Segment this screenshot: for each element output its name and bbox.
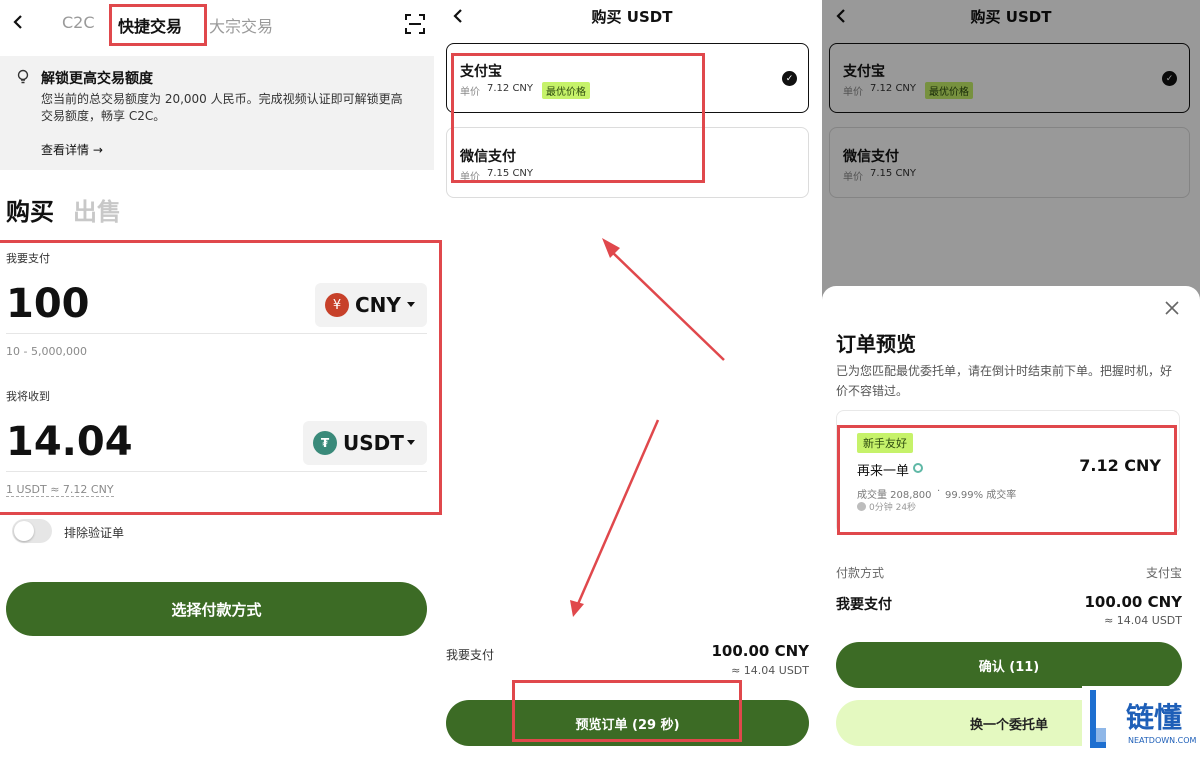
confirm-button[interactable]: 确认 (11) bbox=[836, 642, 1182, 688]
back-icon[interactable] bbox=[10, 14, 26, 30]
receive-divider bbox=[6, 471, 427, 472]
bulb-icon bbox=[16, 69, 30, 89]
exchange-rate: 1 USDT ≈ 7.12 CNY bbox=[6, 483, 114, 497]
receive-amount-input[interactable]: 14.04 bbox=[6, 418, 133, 466]
pay-amount-input[interactable]: 100 bbox=[6, 280, 90, 328]
pay-label: 我要支付 bbox=[836, 597, 892, 613]
receive-currency-label: USDT bbox=[343, 431, 404, 455]
pay-currency-select[interactable]: ¥ CNY bbox=[315, 283, 427, 327]
sheet-title: 订单预览 bbox=[836, 332, 916, 356]
tab-c2c[interactable]: C2C bbox=[62, 13, 95, 32]
pay-amount: 100.00 CNY bbox=[711, 642, 809, 660]
banner-text-line2: 交易额度，畅享 C2C。 bbox=[41, 109, 166, 123]
payment-method-panel: 购买 USDT 支付宝 单价 7.12 CNY 最优价格 ✓ 微信支付 单价 7… bbox=[442, 0, 822, 757]
tab-buy[interactable]: 购买 bbox=[6, 192, 54, 227]
pay-amount: 100.00 CNY bbox=[1084, 593, 1182, 611]
payment-method-label: 付款方式 bbox=[836, 566, 885, 580]
watermark-logo-icon bbox=[1088, 688, 1108, 750]
watermark-brand: 链懂 bbox=[1126, 701, 1183, 734]
receive-label: 我将收到 bbox=[6, 390, 50, 403]
exclude-verified-label: 排除验证单 bbox=[64, 526, 125, 540]
newbie-friendly-badge: 新手友好 bbox=[857, 433, 913, 453]
pay-approx: ≈ 14.04 USDT bbox=[1104, 614, 1182, 627]
select-payment-button[interactable]: 选择付款方式 bbox=[6, 582, 427, 636]
tab-sell[interactable]: 出售 bbox=[73, 192, 121, 227]
sheet-desc-line2: 价不容错过。 bbox=[836, 384, 909, 398]
tab-express-trade[interactable]: 快捷交易 bbox=[118, 13, 182, 37]
close-icon[interactable] bbox=[1165, 300, 1179, 319]
pay-label: 我要支付 bbox=[6, 252, 50, 265]
banner-text-line1: 您当前的总交易额度为 20,000 人民币。完成视频认证即可解锁更高 bbox=[41, 92, 403, 106]
chevron-down-icon bbox=[407, 440, 415, 445]
express-trade-panel: C2C 快捷交易 大宗交易 解锁更高交易额度 您当前的总交易额度为 20,000… bbox=[0, 0, 442, 757]
scan-icon[interactable] bbox=[404, 13, 426, 39]
pay-approx: ≈ 14.04 USDT bbox=[731, 664, 809, 677]
cny-icon: ¥ bbox=[325, 293, 349, 317]
stats-volume: 成交量 208,800 bbox=[857, 490, 932, 501]
pay-divider bbox=[6, 333, 427, 334]
watermark-domain: NEATDOWN.COM bbox=[1128, 736, 1197, 745]
pay-label: 我要支付 bbox=[446, 648, 495, 662]
stats-rate: 99.99% 成交率 bbox=[945, 490, 1017, 501]
exclude-verified-toggle[interactable] bbox=[12, 519, 52, 543]
banner-title: 解锁更高交易额度 bbox=[41, 71, 153, 87]
clock-icon bbox=[857, 502, 866, 511]
verified-icon bbox=[913, 463, 923, 473]
pay-range: 10 - 5,000,000 bbox=[6, 345, 87, 358]
chevron-down-icon bbox=[407, 302, 415, 307]
order-card[interactable]: 新手友好 再来一单 7.12 CNY 成交量 208,800 · 99.99% … bbox=[836, 410, 1180, 534]
watermark: 链懂 NEATDOWN.COM bbox=[1082, 686, 1200, 757]
order-time: 0分钟 24秒 bbox=[869, 503, 917, 513]
merchant-name: 再来一单 bbox=[857, 464, 910, 479]
banner-details-link[interactable]: 查看详情 → bbox=[41, 141, 103, 158]
payment-method-value: 支付宝 bbox=[1145, 566, 1182, 580]
usdt-icon: ₮ bbox=[313, 431, 337, 455]
sheet-desc-line1: 已为您匹配最优委托单，请在倒计时结束前下单。把握时机，好 bbox=[836, 364, 1173, 378]
toggle-knob bbox=[14, 521, 34, 541]
receive-currency-select[interactable]: ₮ USDT bbox=[303, 421, 427, 465]
tab-bulk-trade[interactable]: 大宗交易 bbox=[209, 13, 273, 37]
pay-currency-label: CNY bbox=[355, 293, 401, 317]
stats-dot: · bbox=[937, 486, 941, 497]
order-preview-panel: 购买 USDT 支付宝 单价 7.12 CNY 最优价格 ✓ 微信支付 单价 7… bbox=[822, 0, 1200, 757]
preview-order-button[interactable]: 预览订单 (29 秒) bbox=[446, 700, 809, 746]
order-price: 7.12 CNY bbox=[1079, 456, 1161, 475]
